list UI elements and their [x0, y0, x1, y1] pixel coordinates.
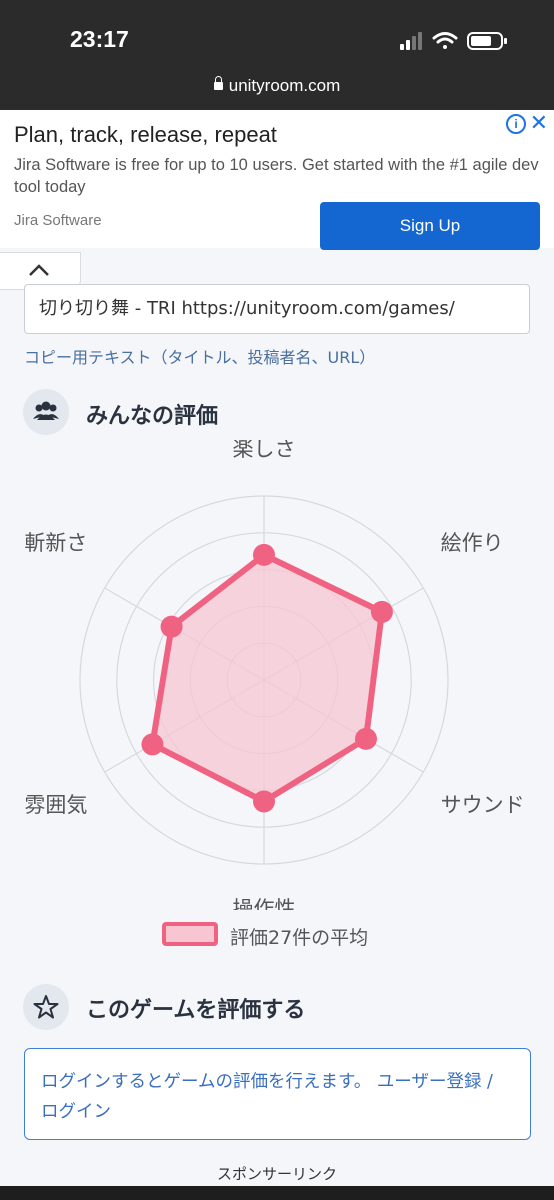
ad-banner[interactable]: Plan, track, release, repeat Jira Softwa…	[0, 110, 554, 250]
axis-label-2: 絵作り	[441, 531, 504, 555]
login-prompt: ログインするとゲームの評価を行えます。 ユーザー登録 / ログイン	[24, 1048, 531, 1140]
data-point-2	[370, 600, 393, 623]
data-point-3	[354, 727, 377, 750]
data-point-6	[160, 615, 183, 638]
star-icon	[23, 984, 69, 1030]
wifi-icon	[432, 32, 458, 49]
system-icons	[400, 30, 510, 56]
info-icon[interactable]: i	[506, 114, 526, 134]
users-icon	[23, 389, 69, 435]
sign-up-button[interactable]: Sign Up	[320, 202, 540, 250]
ad-bottom-strip	[0, 1186, 554, 1200]
axis-label-5: 雰囲気	[24, 793, 87, 817]
ad-description: Jira Software is free for up to 10 users…	[14, 156, 539, 196]
rate-title: このゲームを評価する	[86, 998, 306, 1023]
lock-icon	[213, 76, 223, 90]
copy-caption: コピー用テキスト（タイトル、投稿者名、URL）	[24, 348, 376, 367]
status-bar: 23:17 unityroom.com	[0, 0, 554, 110]
series-area	[149, 551, 385, 805]
axis-label-1: 楽しさ	[233, 440, 296, 461]
axis-label-4: 操作性	[233, 897, 296, 910]
ratings-title: みんなの評価	[86, 404, 219, 429]
axis-label-6: 斬新さ	[24, 531, 87, 555]
battery-icon	[467, 32, 507, 50]
address-bar[interactable]: unityroom.com	[0, 76, 554, 96]
legend-swatch	[162, 922, 218, 946]
url-text: unityroom.com	[228, 76, 341, 95]
copy-text-field[interactable]: 切り切り舞 - TRI https://unityroom.com/games/	[24, 284, 530, 334]
legend-label: 評価27件の平均	[230, 927, 369, 949]
chevron-up-icon	[29, 264, 49, 276]
close-icon[interactable]: ✕	[530, 110, 548, 136]
data-point-5	[141, 733, 164, 756]
data-point-4	[253, 790, 275, 813]
rating-radar-chart: 楽しさ絵作りサウンド操作性 雰囲気 斬新さ	[0, 437, 554, 921]
sponsor-label: スポンサーリンク	[216, 1165, 337, 1183]
axis-label-3: サウンド	[441, 793, 525, 817]
data-point-1	[253, 543, 275, 566]
clock: 23:17	[70, 26, 129, 52]
ad-brand: Jira Software	[14, 212, 102, 229]
signal-icon	[400, 32, 422, 50]
login-text: ログインするとゲームの評価を行えます。	[41, 1072, 372, 1092]
ad-title[interactable]: Plan, track, release, repeat	[14, 122, 277, 148]
